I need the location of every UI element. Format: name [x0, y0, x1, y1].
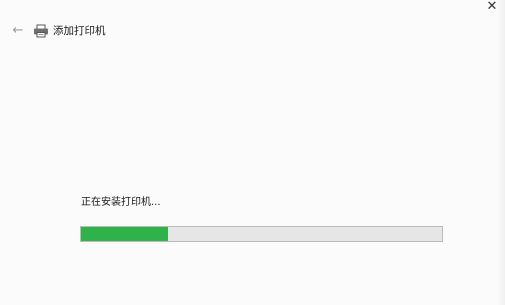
printer-icon — [34, 24, 48, 38]
back-button[interactable]: ← — [9, 23, 27, 39]
close-icon: ✕ — [486, 0, 498, 14]
status-text: 正在安装打印机... — [81, 197, 161, 208]
add-printer-dialog: ✕ ← 添加打印机 正在安装打印机... — [0, 0, 505, 305]
window-edge-shadow — [497, 0, 505, 305]
progress-fill — [81, 227, 168, 241]
arrow-left-icon: ← — [12, 23, 24, 38]
install-progress-bar — [80, 226, 443, 242]
close-button[interactable]: ✕ — [483, 0, 501, 14]
dialog-title: 添加打印机 — [53, 25, 106, 37]
